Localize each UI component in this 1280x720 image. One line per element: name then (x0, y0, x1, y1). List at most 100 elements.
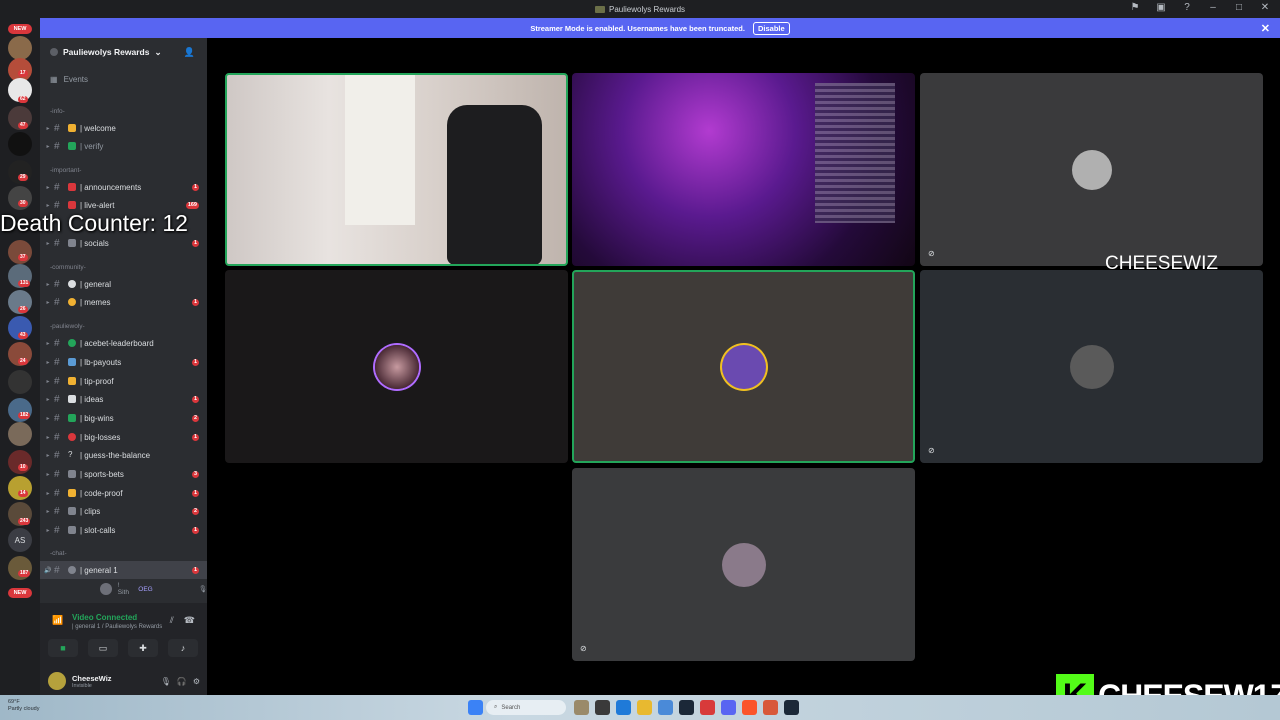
server-icon[interactable] (8, 132, 32, 156)
search-icon: ⌕ (494, 704, 498, 710)
steam-icon[interactable] (679, 700, 694, 715)
activities-button[interactable]: ✚ (128, 639, 158, 657)
hash-icon: # (54, 140, 60, 152)
channel-lb-payouts[interactable]: ▸ # | lb-payouts 1 (40, 353, 207, 371)
close-banner-icon[interactable]: ✕ (1261, 22, 1270, 35)
microphone-icon[interactable]: 🎙 (161, 677, 171, 686)
channel-memes[interactable]: ▸ # | memes 1 (40, 293, 207, 311)
channel-acebet-leaderboard[interactable]: ▸ # | acebet-leaderboard (40, 334, 207, 352)
voice-location[interactable]: | general 1 / Pauliewolys Rewards (72, 624, 162, 630)
avatar (1071, 149, 1112, 190)
channel-clips[interactable]: ▸ # | clips 2 (40, 502, 207, 520)
channel-tip-proof[interactable]: ▸ # | tip-proof (40, 372, 207, 390)
app-icon[interactable] (763, 700, 778, 715)
windows-start-icon[interactable] (468, 700, 483, 715)
channel-big-losses[interactable]: ▸ # | big-losses 1 (40, 428, 207, 446)
discord-icon[interactable] (721, 700, 736, 715)
category-community[interactable]: -community- (50, 264, 86, 271)
signal-icon[interactable]: 📶 (52, 615, 63, 626)
steam-icon[interactable] (784, 700, 799, 715)
screen-share-icon[interactable]: ▣ (1154, 2, 1168, 13)
channel-sports-bets[interactable]: ▸ # | sports-bets 3 (40, 465, 207, 483)
hash-icon: # (54, 524, 60, 536)
taskbar-search[interactable]: ⌕ Search (486, 700, 566, 715)
user-status: Invisible (72, 682, 92, 689)
channel-verify[interactable]: ▸ # | verify (40, 137, 207, 155)
channel-name: | acebet-leaderboard (80, 338, 154, 348)
channel-big-wins[interactable]: ▸ # | big-wins 2 (40, 409, 207, 427)
minimize-button[interactable]: – (1206, 2, 1220, 13)
channel-name: | announcements (80, 182, 142, 192)
video-tile-webcam-room[interactable] (225, 73, 568, 266)
noise-suppression-icon[interactable]: ⫽ (170, 615, 174, 626)
channel-name: | code-proof (80, 488, 123, 498)
app-icon[interactable] (574, 700, 589, 715)
channel-slot-calls[interactable]: ▸ # | slot-calls 1 (40, 521, 207, 539)
channel-emoji-icon (68, 201, 76, 209)
server-header[interactable]: Pauliewolys Rewards ⌄ 👤 (40, 38, 207, 66)
category-important[interactable]: -important- (50, 167, 81, 174)
server-badge: 131 (18, 280, 31, 287)
channel-guess-the-balance[interactable]: ▸ #? | guess-the-balance (40, 446, 207, 464)
events-link[interactable]: ▦ Events (50, 75, 88, 84)
hash-icon: # (54, 375, 60, 387)
category-pauliewoly[interactable]: -pauliewoly- (50, 323, 85, 330)
hash-icon: # (54, 564, 60, 576)
app-icon[interactable] (700, 700, 715, 715)
channel-name: | verify (80, 141, 104, 151)
channel-emoji-icon (68, 124, 76, 132)
category-chat[interactable]: -chat- (50, 550, 67, 557)
taskbar: 69°F Partly cloudy ⌕ Search (0, 695, 1280, 720)
video-tile-avatar[interactable]: ⊘ (572, 468, 915, 661)
inbox-icon[interactable]: ⚑ (1128, 2, 1142, 13)
app-icon[interactable] (658, 700, 673, 715)
voice-member[interactable]: ! Sith OEG 🎙 (100, 582, 207, 596)
close-window-button[interactable]: ✕ (1258, 2, 1272, 13)
taskbar-apps (574, 700, 799, 715)
soundboard-button[interactable]: ♪ (168, 639, 198, 657)
weather-widget[interactable]: 69°F Partly cloudy (8, 699, 40, 713)
channel-ideas[interactable]: ▸ # | ideas 1 (40, 390, 207, 408)
server-icon[interactable] (8, 422, 32, 446)
video-tile-avatar[interactable] (225, 270, 568, 463)
voice-controls: ⫽ ☎ (170, 615, 195, 626)
channel-emoji-icon (68, 433, 76, 441)
disable-streamer-mode-button[interactable]: Disable (752, 21, 790, 35)
category-info[interactable]: -info- (50, 108, 65, 115)
video-tile-avatar[interactable]: ⊘ (920, 270, 1263, 463)
new-badge-bottom: NEW (8, 588, 32, 598)
app-icon[interactable] (595, 700, 610, 715)
user-panel[interactable]: CheeseWiz Invisible 🎙 🎧 ⚙ (48, 669, 200, 693)
channel-announcements[interactable]: ▸ # | announcements 1 (40, 178, 207, 196)
mute-icon: 🎙 (198, 586, 207, 593)
help-icon[interactable]: ? (1180, 2, 1194, 13)
voice-channel-general-1[interactable]: 🔊 # | general 1 1 (40, 561, 207, 579)
server-name: Pauliewolys Rewards (63, 47, 150, 57)
video-tile-avatar-speaking[interactable] (572, 270, 915, 463)
edge-icon[interactable] (616, 700, 631, 715)
camera-button[interactable]: ■ (48, 639, 78, 657)
gear-icon[interactable]: ⚙ (193, 677, 200, 686)
weather-desc: Partly cloudy (8, 706, 40, 712)
headphones-icon[interactable]: 🎧 (177, 677, 187, 686)
video-tile-webcam-neon[interactable] (572, 73, 915, 266)
server-icon[interactable] (8, 370, 32, 394)
server-badge: 37 (18, 254, 28, 261)
unread-badge: 1 (191, 526, 199, 534)
disconnect-icon[interactable]: ☎ (184, 615, 195, 626)
user-name: CheeseWiz (72, 673, 112, 683)
channel-code-proof[interactable]: ▸ # | code-proof 1 (40, 484, 207, 502)
video-tile-avatar[interactable]: ⊘ (920, 73, 1263, 266)
member-tag: OEG (138, 585, 153, 593)
voice-status: Video Connected (72, 613, 138, 622)
maximize-button[interactable]: □ (1232, 2, 1246, 13)
folder-icon[interactable] (637, 700, 652, 715)
server-icon[interactable] (8, 36, 32, 60)
invite-people-icon[interactable]: 👤 (184, 47, 195, 58)
server-initials[interactable]: AS (8, 528, 32, 552)
channel-general[interactable]: ▸ # | general (40, 275, 207, 293)
screen-share-button[interactable]: ▭ (88, 639, 118, 657)
muted-icon: ⊘ (580, 644, 587, 653)
brave-icon[interactable] (742, 700, 757, 715)
channel-welcome[interactable]: ▸ # | welcome (40, 119, 207, 137)
